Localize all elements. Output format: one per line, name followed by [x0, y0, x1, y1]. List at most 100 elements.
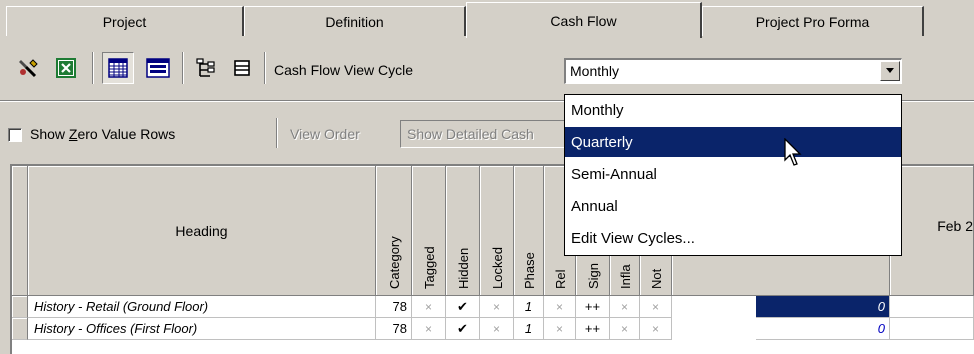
infla-label: Infla	[617, 264, 633, 289]
sign-value: ++	[584, 299, 601, 314]
column-header-locked[interactable]: Locked	[480, 166, 514, 296]
rel-value: ×	[555, 299, 563, 314]
tab-label: Cash Flow	[550, 12, 617, 29]
locked-cell[interactable]: ×	[480, 296, 514, 318]
tagged-value: ×	[424, 299, 432, 314]
wand-icon	[19, 59, 38, 78]
heading-label: Heading	[175, 222, 228, 239]
show-zero-value-rows-label[interactable]: Show Zero Value Rows	[30, 126, 175, 142]
detailed-cash-label: Show Detailed Cash	[407, 126, 534, 142]
locked-label: Locked	[489, 247, 505, 289]
dropdown-option-monthly[interactable]: Monthly	[565, 95, 901, 125]
tree-expand-icon	[234, 60, 250, 76]
tree-collapse-icon	[196, 58, 215, 77]
wand-button[interactable]	[12, 52, 44, 84]
rel-cell[interactable]: ×	[544, 296, 576, 318]
value-cell-next[interactable]	[890, 296, 974, 318]
infla-cell[interactable]: ×	[610, 318, 640, 340]
grid-view-button[interactable]	[102, 52, 134, 84]
toolbar-separator	[264, 52, 266, 84]
infla-value: ×	[620, 299, 628, 314]
sign-cell[interactable]: ++	[576, 318, 610, 340]
infla-value: ×	[620, 321, 628, 336]
column-header-phase[interactable]: Phase	[514, 166, 544, 296]
view-cycle-label: Cash Flow View Cycle	[274, 62, 414, 78]
tagged-cell[interactable]: ×	[412, 318, 446, 340]
hidden-cell[interactable]: ✔	[446, 296, 480, 318]
value-cell[interactable]: 0	[756, 296, 890, 318]
category-label: Category	[386, 236, 402, 289]
sign-value: ++	[584, 321, 601, 336]
sign-label: Sign	[585, 262, 601, 289]
not-cell[interactable]: ×	[640, 318, 672, 340]
category-cell[interactable]: 78	[376, 318, 412, 340]
toolbar-separator	[182, 52, 184, 84]
locked-cell[interactable]: ×	[480, 318, 514, 340]
view-cycle-select[interactable]: Monthly	[564, 58, 902, 84]
dropdown-option-quarterly[interactable]: Quarterly	[565, 127, 901, 157]
grid-corner	[12, 166, 28, 296]
export-excel-button[interactable]	[50, 52, 82, 84]
column-header-heading[interactable]: Heading	[28, 166, 376, 296]
row-heading-cell[interactable]: History - Offices (First Floor)	[28, 318, 376, 340]
dropdown-option-edit-view-cycles[interactable]: Edit View Cycles...	[565, 223, 901, 253]
check-icon: ✔	[457, 320, 468, 336]
tab-definition[interactable]: Definition	[244, 6, 466, 36]
phase-label: Phase	[521, 252, 537, 289]
view-cycle-value: Monthly	[570, 63, 620, 79]
grid-detail-button[interactable]	[142, 52, 174, 84]
category-cell[interactable]: 78	[376, 296, 412, 318]
options-separator	[276, 118, 278, 148]
not-cell[interactable]: ×	[640, 296, 672, 318]
hidden-cell[interactable]: ✔	[446, 318, 480, 340]
tab-strip: Project Definition Cash Flow Project Pro…	[0, 0, 974, 44]
not-label: Not	[648, 268, 664, 289]
show-zero-prefix: Show	[30, 126, 69, 142]
rel-value: ×	[555, 321, 563, 336]
view-cycle-dropdown-list: Monthly Quarterly Semi-Annual Annual Edi…	[564, 94, 902, 256]
infla-cell[interactable]: ×	[610, 296, 640, 318]
collapse-tree-button[interactable]	[190, 52, 222, 84]
dropdown-option-annual[interactable]: Annual	[565, 191, 901, 221]
hidden-label: Hidden	[455, 247, 471, 289]
column-header-hidden[interactable]: Hidden	[446, 166, 480, 296]
phase-cell[interactable]: 1	[514, 318, 544, 340]
table-row[interactable]: History - Retail (Ground Floor) 78 × ✔ ×…	[12, 296, 974, 318]
show-zero-value-rows-checkbox[interactable]	[8, 128, 22, 142]
phase-cell[interactable]: 1	[514, 296, 544, 318]
column-header-date-2[interactable]: Feb 2	[890, 166, 974, 296]
view-order-label: View Order	[290, 126, 360, 142]
check-icon: ✔	[457, 298, 468, 314]
row-header[interactable]	[12, 296, 28, 318]
not-value: ×	[651, 321, 659, 336]
column-header-tagged[interactable]: Tagged	[412, 166, 446, 296]
row-header[interactable]	[12, 318, 28, 340]
tab-project[interactable]: Project	[6, 6, 244, 36]
value-cell[interactable]: 0	[756, 318, 890, 340]
sign-cell[interactable]: ++	[576, 296, 610, 318]
mouse-cursor-icon	[784, 138, 802, 166]
date-header-label: Feb 2	[937, 218, 973, 234]
locked-value: ×	[492, 321, 500, 336]
dropdown-option-semi-annual[interactable]: Semi-Annual	[565, 159, 901, 189]
expand-tree-button[interactable]	[226, 52, 258, 84]
view-cycle-dropdown-button[interactable]	[880, 61, 900, 81]
value-cell-next[interactable]	[890, 318, 974, 340]
table-row[interactable]: History - Offices (First Floor) 78 × ✔ ×…	[12, 318, 974, 340]
show-zero-suffix: ero Value Rows	[77, 126, 176, 142]
tagged-value: ×	[424, 321, 432, 336]
rel-label: Rel	[552, 269, 568, 289]
row-heading-cell[interactable]: History - Retail (Ground Floor)	[28, 296, 376, 318]
chevron-down-icon	[886, 68, 894, 73]
tagged-cell[interactable]: ×	[412, 296, 446, 318]
column-header-category[interactable]: Category	[376, 166, 412, 296]
tagged-label: Tagged	[421, 246, 437, 289]
tab-label: Project	[102, 13, 147, 30]
tab-cash-flow[interactable]: Cash Flow	[466, 2, 702, 38]
excel-icon	[56, 58, 76, 78]
tab-label: Project Pro Forma	[755, 13, 870, 30]
tab-project-pro-forma[interactable]: Project Pro Forma	[702, 6, 924, 36]
tab-label: Definition	[325, 13, 384, 30]
toolbar-separator	[92, 52, 94, 84]
rel-cell[interactable]: ×	[544, 318, 576, 340]
